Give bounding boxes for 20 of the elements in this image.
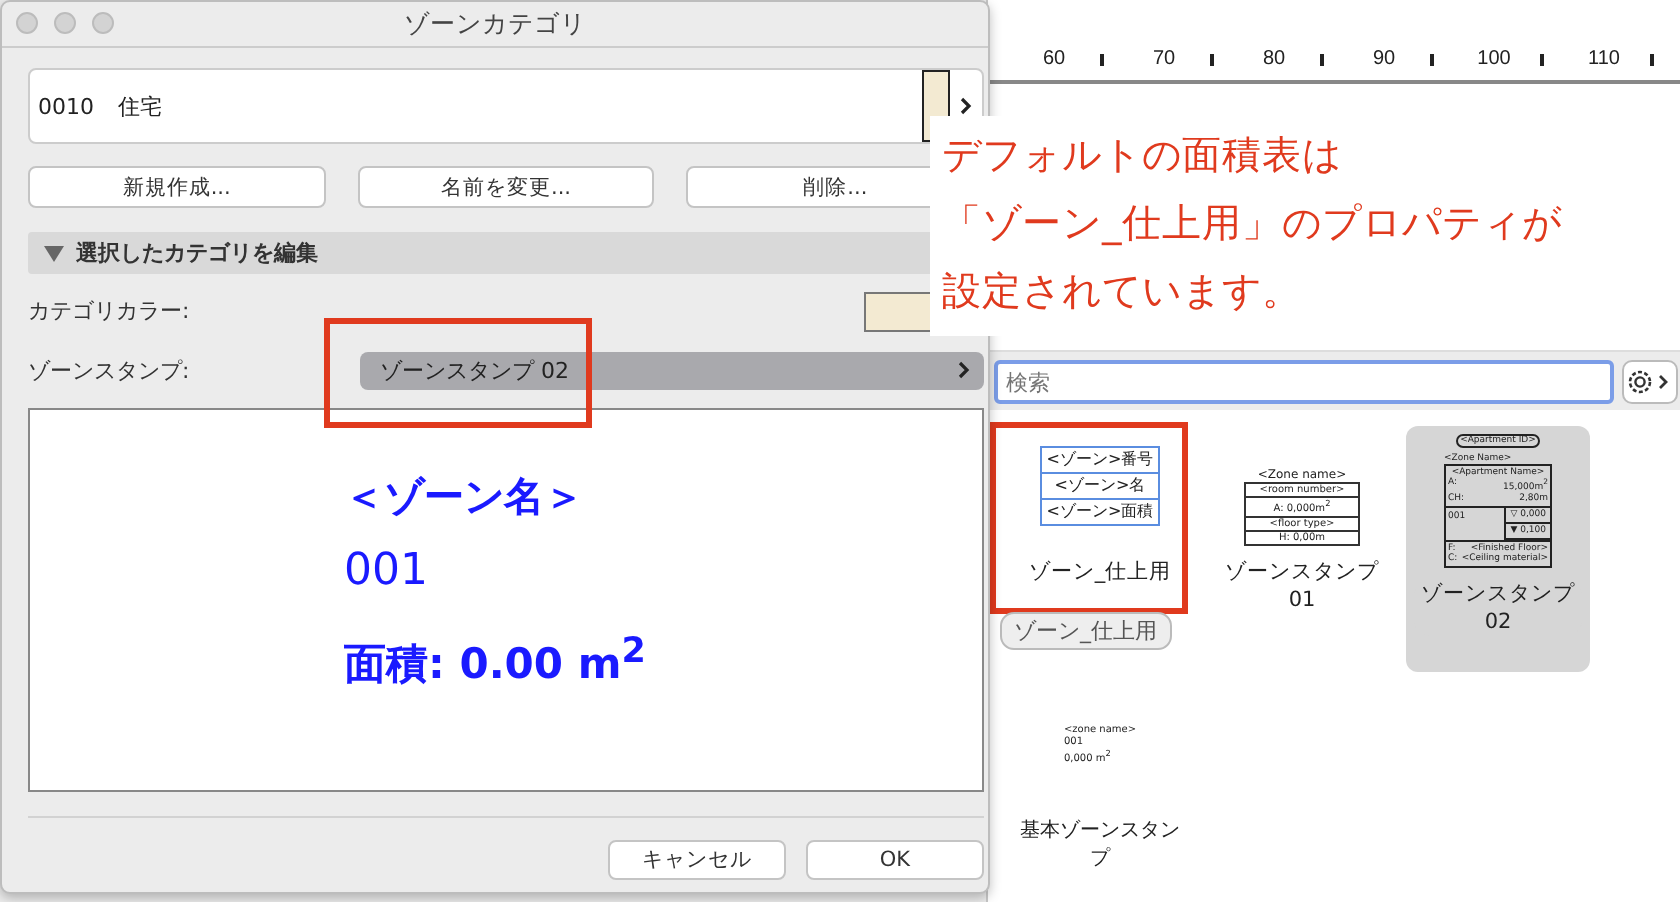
window-title: ゾーンカテゴリ xyxy=(404,7,586,41)
ruler-label: 80 xyxy=(1260,48,1288,70)
stamp-label: ゾーン_仕上用 xyxy=(1026,558,1174,586)
category-code: 0010 xyxy=(38,93,96,119)
zone-area-text: 面積: 0.00 m$^{2}$ xyxy=(344,630,648,692)
section-title: 選択したカテゴリを編集 xyxy=(76,238,318,268)
ruler-label: 110 xyxy=(1586,48,1622,70)
ruler-label: 100 xyxy=(1475,48,1513,70)
ruler-label: 70 xyxy=(1150,48,1178,70)
stamp-label: 基本ゾーンスタンプ xyxy=(1020,817,1180,874)
zone-number-text: 001 xyxy=(344,544,430,600)
stamp-preview: <ゾーン>番号 <ゾーン>名 <ゾーン>面積 xyxy=(1040,446,1160,526)
field-label: ゾーンスタンプ: xyxy=(28,355,192,385)
stamp-label: ゾーンスタンプ 01 xyxy=(1223,557,1381,614)
tooltip: ゾーン_仕上用 xyxy=(1000,612,1171,650)
category-name: 住宅 xyxy=(118,91,164,121)
ruler-label: 60 xyxy=(1040,48,1068,70)
zone-name-text: ＜ゾーン名＞ xyxy=(344,470,586,524)
field-label: カテゴリカラー: xyxy=(28,296,190,326)
ruler-label: 90 xyxy=(1370,48,1398,70)
